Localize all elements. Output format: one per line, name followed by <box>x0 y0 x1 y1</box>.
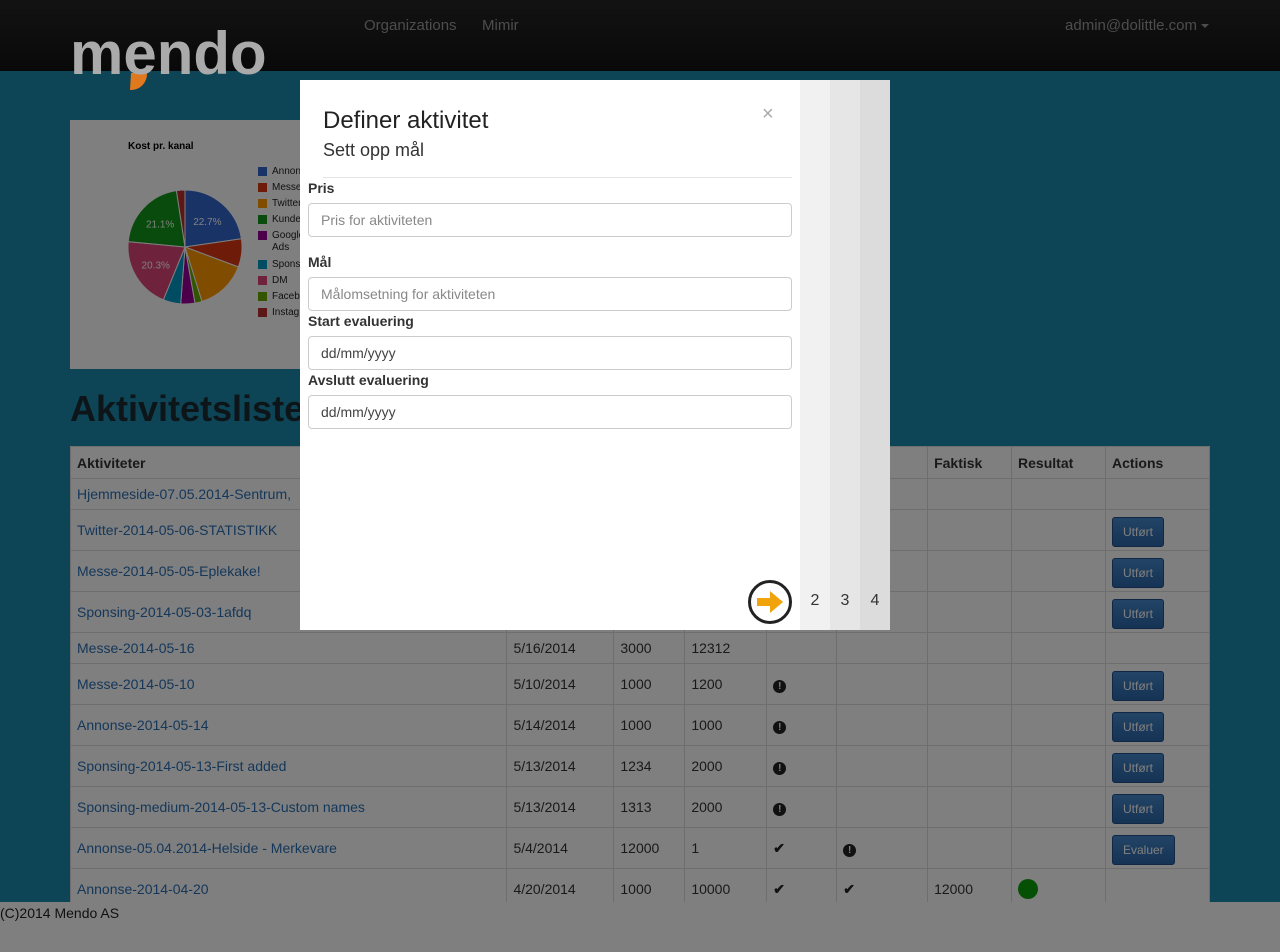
mendo-logo[interactable]: mendo <box>70 16 310 94</box>
start-evaluation-label: Start evaluering <box>308 313 414 329</box>
close-icon[interactable]: × <box>762 103 774 126</box>
step-2[interactable]: 2 <box>800 592 830 610</box>
start-evaluation-input[interactable] <box>308 336 792 370</box>
arrow-right-icon <box>757 591 783 613</box>
step-4[interactable]: 4 <box>860 592 890 610</box>
price-label: Pris <box>308 180 335 196</box>
goal-input[interactable] <box>308 277 792 311</box>
price-input[interactable] <box>308 203 792 237</box>
modal-step-1: Definer aktivitet Sett opp mål × Pris Må… <box>300 80 800 630</box>
step-3-column[interactable]: 3 <box>830 80 860 630</box>
end-evaluation-label: Avslutt evaluering <box>308 372 429 388</box>
define-activity-modal: 2 3 4 Definer aktivitet Sett opp mål × P… <box>300 80 890 630</box>
logo-text: mendo <box>70 20 267 87</box>
step-4-column[interactable]: 4 <box>860 80 890 630</box>
modal-subtitle: Sett opp mål <box>323 140 425 160</box>
goal-label: Mål <box>308 254 332 270</box>
modal-divider <box>323 177 792 178</box>
next-step-button[interactable] <box>748 580 792 624</box>
modal-title: Definer aktivitet <box>323 107 489 134</box>
step-3[interactable]: 3 <box>830 592 860 610</box>
step-2-column[interactable]: 2 <box>800 80 830 630</box>
end-evaluation-input[interactable] <box>308 395 792 429</box>
